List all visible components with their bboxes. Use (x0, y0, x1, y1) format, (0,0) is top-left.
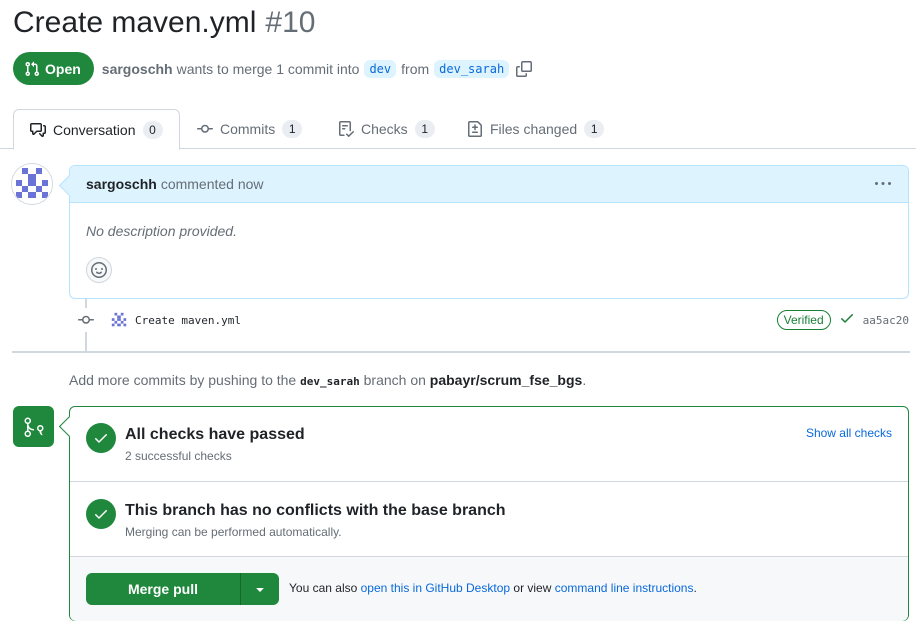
git-merge-icon (13, 406, 54, 447)
comment-header: sargoschh commented now (70, 166, 908, 203)
conflicts-title: This branch has no conflicts with the ba… (125, 502, 506, 519)
timeline-divider (12, 351, 910, 353)
avatar[interactable] (12, 164, 52, 204)
open-github-desktop-link[interactable]: open this in GitHub Desktop (361, 581, 510, 595)
checklist-icon (339, 121, 354, 137)
alt-prefix: You can also (289, 581, 358, 595)
commit-message-link[interactable]: Create maven.yml (135, 314, 241, 327)
commit-sha-link[interactable]: aa5ac20 (863, 314, 909, 327)
pr-number: #10 (265, 6, 316, 39)
hint-branch: dev_sarah (300, 375, 360, 388)
hint-repo: pabayr/scrum_fse_bgs (429, 372, 583, 388)
merge-alternatives: You can also open this in GitHub Desktop… (289, 581, 697, 595)
comment-author[interactable]: sargoschh (86, 176, 157, 192)
from-text: from (401, 60, 430, 77)
tab-files-changed[interactable]: Files changed 1 (451, 109, 620, 149)
comment-box: sargoschh commented now No description p… (69, 165, 909, 299)
merge-pull-request-button[interactable]: Merge pull request (86, 573, 240, 605)
merge-text: wants to merge 1 commit into (176, 60, 360, 77)
commit-row: Create maven.yml Verified aa5ac20 (77, 308, 909, 332)
commit-author-avatar[interactable] (110, 311, 128, 329)
comment-body: No description provided. (86, 223, 237, 239)
git-commit-icon (197, 124, 213, 133)
head-branch[interactable]: dev_sarah (434, 59, 510, 78)
state-label: Open (45, 60, 81, 77)
tab-checks-count: 1 (414, 120, 435, 138)
triangle-down-icon[interactable] (240, 573, 279, 605)
git-commit-icon (77, 308, 95, 332)
alt-middle: or view (513, 581, 552, 595)
tab-commits-label: Commits (220, 121, 276, 137)
checks-subtitle: 2 successful checks (125, 449, 232, 463)
git-pull-request-icon (25, 61, 40, 76)
tab-files-changed-count: 1 (584, 120, 605, 138)
pr-title: Create maven.yml (13, 6, 257, 39)
checks-section: All checks have passed 2 successful chec… (70, 407, 908, 482)
command-line-instructions-link[interactable]: command line instructions (555, 581, 694, 595)
pr-meta: Open sargoschh wants to merge 1 commit i… (13, 52, 533, 85)
merge-box: All checks have passed 2 successful chec… (69, 406, 909, 621)
tab-files-changed-label: Files changed (490, 121, 578, 137)
merge-actions: Merge pull request You can also open thi… (70, 557, 908, 621)
check-circle-icon (86, 423, 116, 453)
hint-middle: branch on (363, 372, 426, 388)
tab-conversation-label: Conversation (53, 121, 136, 138)
tab-checks[interactable]: Checks 1 (322, 109, 451, 149)
push-hint: Add more commits by pushing to the dev_s… (69, 372, 586, 388)
check-icon[interactable] (839, 310, 855, 331)
show-all-checks-link[interactable]: Show all checks (806, 426, 892, 440)
checks-title: All checks have passed (125, 426, 305, 443)
hint-prefix: Add more commits by pushing to the (69, 372, 297, 388)
comment-discussion-icon (30, 122, 46, 137)
tab-conversation-count: 0 (142, 120, 163, 139)
pr-tabs: Conversation 0 Commits 1 Checks 1 Files … (0, 109, 916, 150)
check-circle-icon (86, 499, 116, 529)
file-diff-icon (468, 121, 482, 137)
merge-button-group: Merge pull request (86, 573, 279, 605)
base-branch[interactable]: dev (364, 59, 397, 78)
conflicts-section: This branch has no conflicts with the ba… (70, 482, 908, 557)
tab-checks-label: Checks (361, 121, 408, 137)
alt-suffix: . (693, 581, 697, 595)
tab-commits-count: 1 (282, 120, 303, 138)
copy-icon[interactable] (516, 60, 533, 77)
conflicts-subtitle: Merging can be performed automatically. (125, 525, 342, 539)
tab-commits[interactable]: Commits 1 (181, 109, 318, 149)
verified-badge[interactable]: Verified (776, 310, 831, 330)
comment-timestamp: commented now (160, 176, 264, 192)
state-badge: Open (13, 52, 94, 85)
hint-suffix: . (582, 372, 587, 388)
pr-author-link[interactable]: sargoschh (102, 61, 173, 77)
pr-title-row: Create maven.yml #10 (13, 6, 315, 46)
kebab-horizontal-icon[interactable] (870, 172, 896, 196)
commit-meta: Verified aa5ac20 (776, 308, 909, 332)
smiley-icon[interactable] (86, 257, 112, 283)
tab-conversation[interactable]: Conversation 0 (13, 109, 180, 150)
